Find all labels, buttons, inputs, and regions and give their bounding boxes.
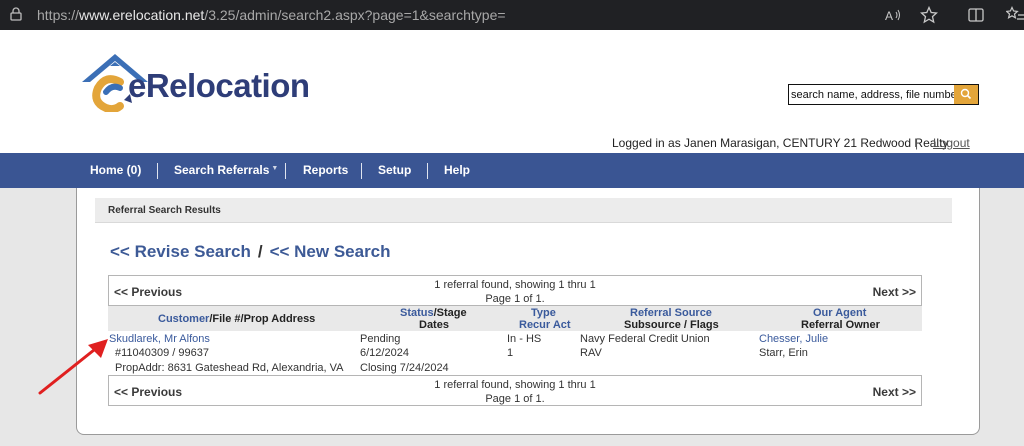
search-button[interactable] <box>954 85 978 104</box>
nav-divider <box>427 163 428 179</box>
column-dates: Dates <box>419 319 449 331</box>
nav-divider <box>361 163 362 179</box>
address-bar[interactable]: https://www.erelocation.net/3.25/admin/s… <box>37 7 506 23</box>
nav-home[interactable]: Home (0) <box>90 153 141 188</box>
pager-found-text: 1 referral found, showing 1 thru 1 <box>434 379 596 391</box>
column-customer-rest: /File #/Prop Address <box>209 313 316 325</box>
sort-recur-act-link[interactable]: Recur Act <box>519 319 571 331</box>
previous-link[interactable]: << Previous <box>114 385 182 399</box>
referral-date: 6/12/2024 <box>360 347 409 359</box>
column-referral-owner: Referral Owner <box>801 319 880 331</box>
sort-our-agent-link[interactable]: Our Agent <box>813 307 866 319</box>
logout-link[interactable]: Logout <box>933 136 970 150</box>
read-aloud-icon[interactable]: A <box>884 6 902 24</box>
referral-source-value: Navy Federal Credit Union <box>580 333 710 345</box>
favorite-star-icon[interactable] <box>920 6 938 24</box>
sort-customer-link[interactable]: Customer <box>158 313 209 325</box>
referral-owner-value: Starr, Erin <box>759 347 808 359</box>
status-value: Pending <box>360 333 401 345</box>
browser-toolbar: https://www.erelocation.net/3.25/admin/s… <box>0 0 1024 30</box>
pager-bottom: 1 referral found, showing 1 thru 1 Page … <box>108 375 922 406</box>
next-link[interactable]: Next >> <box>873 385 916 399</box>
file-number: #11040309 / 99637 <box>115 347 209 359</box>
new-search-link[interactable]: << New Search <box>270 242 391 261</box>
recur-value: 1 <box>507 347 514 359</box>
url-path: /3.25/admin/search2.aspx?page=1&searchty… <box>204 7 506 23</box>
pager-info: 1 referral found, showing 1 thru 1 Page … <box>109 278 921 306</box>
sort-our-agent-label: Our Agent <box>813 307 867 319</box>
previous-link[interactable]: << Previous <box>114 285 182 299</box>
header-separator: | <box>915 136 919 150</box>
column-subsource-flags: Subsource / Flags <box>624 319 719 331</box>
column-customer: Customer/File #/Prop Address <box>158 313 315 325</box>
column-status: Status/Stage <box>400 307 467 319</box>
search-actions: << Revise Search / << New Search <box>110 242 391 262</box>
pager-page-text: Page 1 of 1. <box>485 393 545 405</box>
revise-search-link[interactable]: << Revise Search <box>110 242 251 261</box>
section-title: Referral Search Results <box>108 205 221 216</box>
sort-referral-source-label: Referral Source <box>630 307 712 319</box>
nav-setup[interactable]: Setup <box>378 153 411 188</box>
nav-search-referrals[interactable]: Search Referrals ▼ <box>174 153 278 188</box>
svg-text:A: A <box>885 9 893 23</box>
search-box <box>788 84 979 105</box>
section-header: Referral Search Results <box>95 198 952 223</box>
pager-page-text: Page 1 of 1. <box>485 293 545 305</box>
sort-type-link[interactable]: Type <box>531 307 556 319</box>
sort-referral-source-link[interactable]: Referral Source <box>630 307 712 319</box>
favorites-list-icon[interactable] <box>1006 6 1024 24</box>
logged-in-status: Logged in as Janen Marasigan, CENTURY 21… <box>612 136 949 150</box>
dropdown-caret-icon: ▼ <box>271 165 279 172</box>
nav-divider <box>157 163 158 179</box>
nav-search-referrals-label: Search Referrals <box>174 163 270 177</box>
pager-top: 1 referral found, showing 1 thru 1 Page … <box>108 275 922 306</box>
agent-link[interactable]: Chesser, Julie <box>759 333 828 345</box>
sort-status-link[interactable]: Status <box>400 307 434 319</box>
column-status-rest: /Stage <box>433 307 467 319</box>
closing-date: Closing 7/24/2024 <box>360 362 449 374</box>
nav-reports[interactable]: Reports <box>303 153 348 188</box>
sort-recur-act-label: Recur Act <box>519 319 571 331</box>
url-domain: www.erelocation.net <box>79 7 205 23</box>
search-icon <box>960 88 972 100</box>
nav-divider <box>285 163 286 179</box>
subsource-value: RAV <box>580 347 602 359</box>
lock-icon[interactable] <box>10 7 22 21</box>
pager-info: 1 referral found, showing 1 thru 1 Page … <box>109 378 921 406</box>
split-screen-icon[interactable] <box>967 6 985 24</box>
pager-found-text: 1 referral found, showing 1 thru 1 <box>434 279 596 291</box>
type-value: In - HS <box>507 333 542 345</box>
next-link[interactable]: Next >> <box>873 285 916 299</box>
url-prefix: https:// <box>37 7 80 23</box>
action-separator: / <box>257 242 263 261</box>
property-address: PropAddr: 8631 Gateshead Rd, Alexandria,… <box>115 362 344 374</box>
main-nav: Home (0) Search Referrals ▼ Reports Setup… <box>0 153 1024 188</box>
search-input[interactable] <box>791 86 955 103</box>
sort-type-label: Type <box>531 307 556 319</box>
logo-text: eRelocation <box>128 67 310 104</box>
customer-name-link[interactable]: Skudlarek, Mr Alfons <box>109 333 210 345</box>
results-table-header: Customer/File #/Prop Address Status/Stag… <box>108 306 922 331</box>
nav-help[interactable]: Help <box>444 153 470 188</box>
annotation-arrow-icon <box>38 339 108 395</box>
